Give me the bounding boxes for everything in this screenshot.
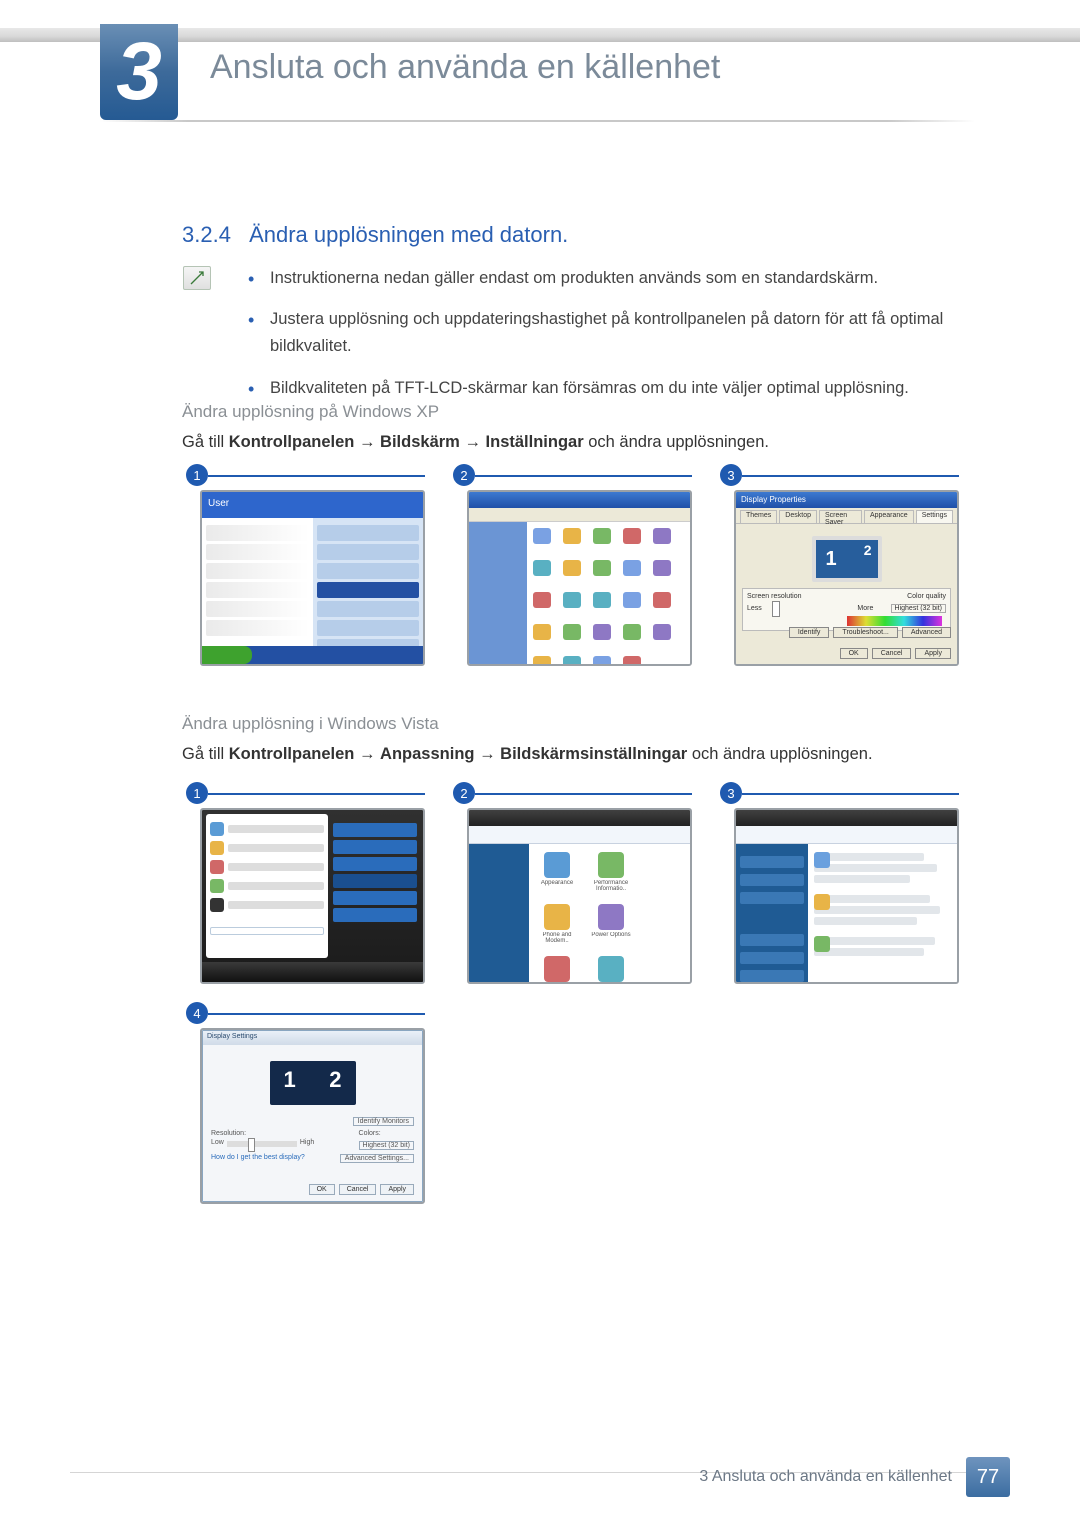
section-number: 3.2.4 bbox=[182, 222, 231, 247]
section-header: 3.2.4 Ändra upplösningen med datorn. bbox=[182, 222, 568, 248]
bullet-item: Bildkvaliteten på TFT-LCD-skärmar kan fö… bbox=[248, 375, 970, 402]
xp-shot-2: 2 bbox=[467, 472, 692, 666]
vista-subheading: Ändra upplösning i Windows Vista bbox=[182, 714, 439, 734]
chapter-title: Ansluta och använda en källenhet bbox=[210, 48, 720, 87]
vista-shot-4: 4 Display Settings 12 Identify Monitors … bbox=[200, 1010, 425, 1204]
step-badge: 3 bbox=[720, 464, 742, 486]
title-underline bbox=[100, 120, 975, 122]
window-title: Display Settings bbox=[203, 1031, 422, 1045]
bullet-item: Justera upplösning och uppdateringshasti… bbox=[248, 306, 970, 360]
vista-shot-3: 3 bbox=[734, 790, 959, 984]
note-icon bbox=[183, 266, 211, 290]
step-line bbox=[475, 475, 692, 477]
window-title: Display Properties bbox=[736, 492, 957, 508]
vista-startmenu-frame bbox=[200, 808, 425, 984]
monitor-preview: 12 bbox=[270, 1061, 356, 1105]
chapter-number: 3 bbox=[116, 31, 162, 113]
vista-shot-2: 2 Appearance Performance Informatio.. Ph… bbox=[467, 790, 692, 984]
step-line bbox=[742, 475, 959, 477]
bullet-list: Instruktionerna nedan gäller endast om p… bbox=[248, 265, 970, 416]
step-badge: 3 bbox=[720, 782, 742, 804]
page-number: 77 bbox=[966, 1457, 1010, 1497]
resolution-slider bbox=[227, 1141, 297, 1147]
xp-subheading: Ändra upplösning på Windows XP bbox=[182, 402, 439, 422]
step-badge: 1 bbox=[186, 464, 208, 486]
xp-instruction: Gå till Kontrollpanelen → Bildskärm → In… bbox=[182, 430, 970, 455]
color-bar bbox=[847, 616, 943, 626]
footer-label: 3 Ansluta och använda en källenhet bbox=[699, 1468, 952, 1486]
xp-screenshot-row: 1 User 2 3 D bbox=[200, 472, 959, 666]
xp-controlpanel-frame bbox=[467, 490, 692, 666]
step-badge: 1 bbox=[186, 782, 208, 804]
step-line bbox=[208, 475, 425, 477]
bullet-item: Instruktionerna nedan gäller endast om p… bbox=[248, 265, 970, 292]
step-badge: 4 bbox=[186, 1002, 208, 1024]
xp-shot-3: 3 Display Properties Themes Desktop Scre… bbox=[734, 472, 959, 666]
xp-displayprops-frame: Display Properties Themes Desktop Screen… bbox=[734, 490, 959, 666]
vista-screenshot-row-2: 4 Display Settings 12 Identify Monitors … bbox=[200, 1010, 425, 1204]
start-user: User bbox=[202, 492, 423, 518]
vista-personalization-frame bbox=[734, 808, 959, 984]
section-title: Ändra upplösningen med datorn. bbox=[249, 222, 568, 247]
xp-shot-1: 1 User bbox=[200, 472, 425, 666]
vista-displaysettings-frame: Display Settings 12 Identify Monitors Re… bbox=[200, 1028, 425, 1204]
vista-screenshot-row-1: 1 2 bbox=[200, 790, 959, 984]
vista-controlpanel-frame: Appearance Performance Informatio.. Phon… bbox=[467, 808, 692, 984]
chapter-number-badge: 3 bbox=[100, 24, 178, 120]
vista-shot-1: 1 bbox=[200, 790, 425, 984]
monitor-preview: 12 bbox=[812, 536, 882, 582]
step-badge: 2 bbox=[453, 782, 475, 804]
start-button bbox=[202, 646, 252, 664]
page-footer: 3 Ansluta och använda en källenhet 77 bbox=[699, 1457, 1010, 1497]
step-badge: 2 bbox=[453, 464, 475, 486]
xp-startmenu-frame: User bbox=[200, 490, 425, 666]
vista-instruction: Gå till Kontrollpanelen → Anpassning → B… bbox=[182, 742, 970, 767]
